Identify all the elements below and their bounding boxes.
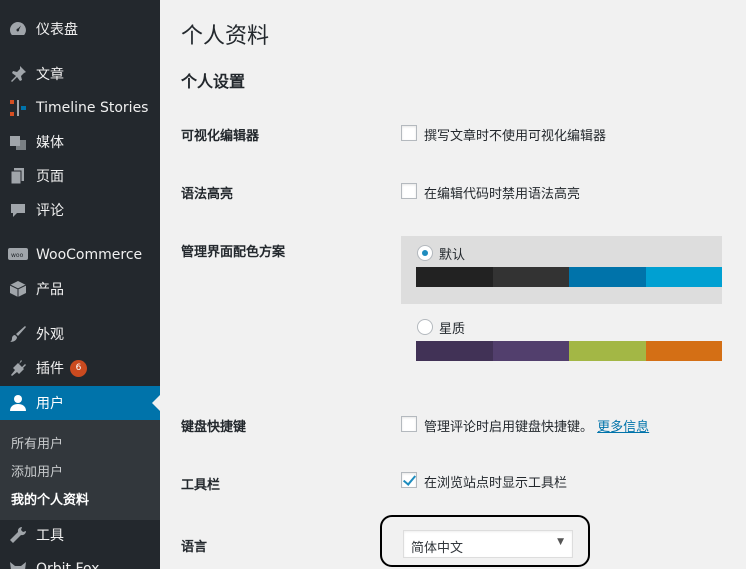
- color-swatch: [416, 341, 493, 361]
- color-swatch: [569, 267, 646, 287]
- submenu-all-users[interactable]: 所有用户: [11, 433, 63, 452]
- sidebar-item-label: 媒体: [36, 135, 64, 151]
- users-submenu: 所有用户 添加用户 我的个人资料: [0, 420, 160, 520]
- woo-icon: woo: [0, 248, 36, 262]
- chevron-down-icon: ▼: [557, 537, 564, 547]
- keyboard-shortcuts-option: 管理评论时启用键盘快捷键。 更多信息: [424, 416, 649, 435]
- sidebar-item-label: Orbit Fox: [36, 561, 100, 569]
- sidebar-item-posts[interactable]: 文章: [0, 57, 160, 91]
- submenu-add-user[interactable]: 添加用户: [11, 461, 63, 480]
- sidebar-item-products[interactable]: 产品: [0, 272, 160, 306]
- syntax-highlight-label: 语法高亮: [181, 187, 234, 202]
- sidebar-item-tools[interactable]: 工具: [0, 518, 160, 552]
- visual-editor-label: 可视化编辑器: [181, 129, 260, 144]
- sidebar-item-timeline-stories[interactable]: Timeline Stories: [0, 91, 160, 125]
- color-swatch: [645, 341, 722, 361]
- media-icon: [0, 133, 36, 151]
- keyboard-shortcuts-option-text: 管理评论时启用键盘快捷键。: [424, 420, 594, 435]
- sidebar-item-dashboard[interactable]: 仪表盘: [0, 12, 160, 46]
- toolbar-checkbox[interactable]: [401, 472, 417, 488]
- color-scheme-swatches: [416, 341, 722, 361]
- sidebar-item-media[interactable]: 媒体: [0, 125, 160, 159]
- sidebar-item-appearance[interactable]: 外观: [0, 317, 160, 351]
- color-scheme-ectoplasm-radio[interactable]: [417, 319, 433, 335]
- fox-icon: [0, 560, 36, 569]
- more-info-link[interactable]: 更多信息: [597, 420, 649, 435]
- sidebar-item-label: 产品: [36, 282, 64, 298]
- svg-text:woo: woo: [11, 252, 24, 259]
- sidebar-item-label: WooCommerce: [36, 247, 143, 263]
- box-icon: [0, 280, 36, 298]
- sidebar-item-orbit-fox[interactable]: Orbit Fox: [0, 552, 160, 569]
- toolbar-option-text: 在浏览站点时显示工具栏: [424, 476, 568, 491]
- update-count-badge: 6: [70, 359, 87, 377]
- toolbar-label: 工具栏: [181, 478, 221, 493]
- sidebar-item-label: 插件: [36, 361, 64, 377]
- user-icon: [0, 394, 36, 412]
- sidebar-item-label: 工具: [36, 528, 64, 544]
- pin-icon: [0, 65, 36, 83]
- submenu-my-profile[interactable]: 我的个人资料: [11, 489, 89, 508]
- color-scheme-name: 星质: [439, 322, 466, 337]
- color-scheme-swatches: [416, 267, 722, 287]
- sidebar-item-label: 外观: [36, 327, 64, 343]
- dashboard-icon: [0, 20, 36, 38]
- page-icon: [0, 167, 36, 185]
- visual-editor-checkbox[interactable]: [401, 125, 417, 141]
- color-scheme-name: 默认: [439, 248, 466, 263]
- comment-icon: [0, 201, 36, 219]
- color-scheme-default[interactable]: 默认: [401, 236, 722, 304]
- language-select[interactable]: 简体中文 ▼: [403, 530, 573, 558]
- sidebar-item-label: 文章: [36, 67, 64, 83]
- language-label: 语言: [181, 540, 208, 555]
- language-selected-value: 简体中文: [411, 541, 464, 556]
- color-scheme-default-radio[interactable]: [417, 245, 433, 261]
- timeline-icon: [0, 99, 36, 117]
- plugin-icon: [0, 359, 36, 377]
- sidebar-item-users[interactable]: 用户: [0, 386, 160, 420]
- sidebar-item-label: 用户: [36, 396, 64, 412]
- sidebar-item-pages[interactable]: 页面: [0, 159, 160, 193]
- color-swatch: [645, 267, 722, 287]
- visual-editor-option-text: 撰写文章时不使用可视化编辑器: [424, 129, 607, 144]
- sidebar-item-label: Timeline Stories: [36, 100, 149, 116]
- color-scheme-label: 管理界面配色方案: [181, 245, 286, 260]
- sidebar-item-comments[interactable]: 评论: [0, 193, 160, 227]
- color-swatch: [492, 341, 569, 361]
- sidebar-item-plugins[interactable]: 插件 6: [0, 351, 160, 385]
- sidebar-item-label: 页面: [36, 169, 64, 185]
- admin-sidebar: 仪表盘 文章 Timeline Stories 媒体 页面 评论 woo Woo…: [0, 0, 160, 569]
- color-swatch: [492, 267, 569, 287]
- keyboard-shortcuts-checkbox[interactable]: [401, 416, 417, 432]
- section-title: 个人设置: [181, 72, 246, 91]
- brush-icon: [0, 325, 36, 343]
- syntax-highlight-option-text: 在编辑代码时禁用语法高亮: [424, 187, 581, 202]
- sidebar-item-woocommerce[interactable]: woo WooCommerce: [0, 238, 160, 272]
- page-title: 个人资料: [181, 24, 270, 49]
- color-scheme-ectoplasm[interactable]: 星质: [401, 310, 722, 378]
- sidebar-item-label: 仪表盘: [36, 22, 78, 38]
- syntax-highlight-checkbox[interactable]: [401, 183, 417, 199]
- keyboard-shortcuts-label: 键盘快捷键: [181, 420, 247, 435]
- profile-page: 个人资料 个人设置 可视化编辑器 撰写文章时不使用可视化编辑器 语法高亮 在编辑…: [160, 0, 746, 569]
- wrench-icon: [0, 526, 36, 544]
- sidebar-item-label: 评论: [36, 203, 64, 219]
- color-swatch: [416, 267, 493, 287]
- color-swatch: [569, 341, 646, 361]
